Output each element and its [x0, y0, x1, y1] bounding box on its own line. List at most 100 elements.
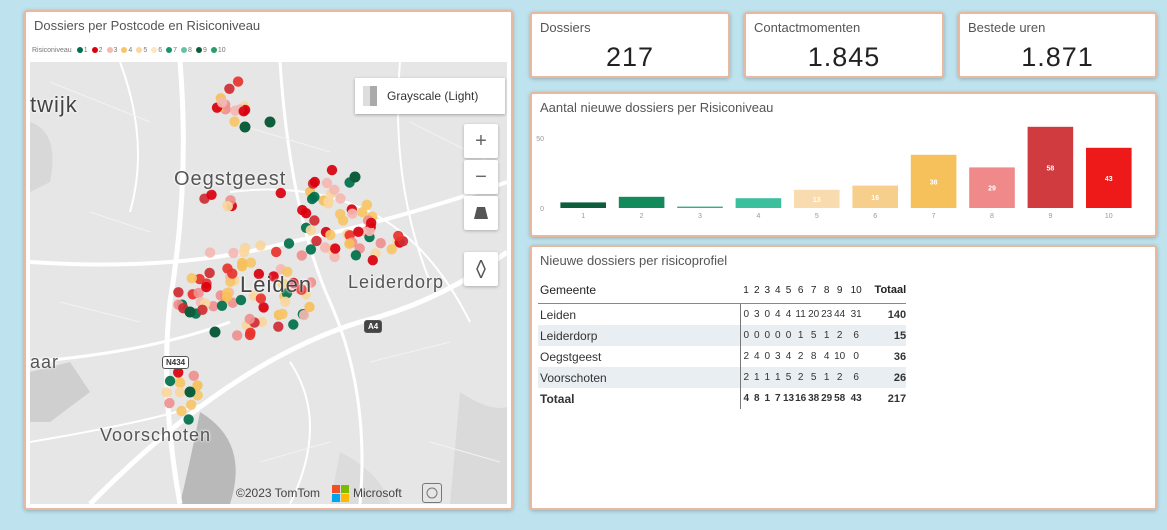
map-point[interactable]: [298, 309, 310, 321]
column-header[interactable]: 5: [783, 277, 795, 304]
map-point[interactable]: [239, 121, 251, 133]
map-point[interactable]: [216, 97, 228, 108]
zoom-out-button[interactable]: −: [464, 160, 498, 194]
map-point[interactable]: [176, 405, 187, 417]
map-point[interactable]: [347, 208, 358, 219]
map-point[interactable]: [186, 399, 197, 410]
map-point[interactable]: [232, 76, 244, 87]
map-point[interactable]: [244, 329, 256, 341]
map-point[interactable]: [209, 326, 221, 338]
map-point[interactable]: [337, 215, 349, 226]
tilt-button[interactable]: [464, 196, 498, 230]
map-point[interactable]: [222, 201, 233, 212]
map-point[interactable]: [183, 414, 194, 425]
map-point[interactable]: [271, 246, 282, 258]
column-header[interactable]: 9: [833, 277, 847, 304]
map-point[interactable]: [232, 330, 243, 341]
map-point[interactable]: [305, 244, 317, 255]
table-row[interactable]: Leiden 0 3 0 4 4 11 20 23 44 31 140: [538, 303, 906, 325]
map-point[interactable]: [361, 199, 373, 210]
map-point[interactable]: [197, 304, 208, 315]
column-header[interactable]: 2: [751, 277, 762, 304]
map-point[interactable]: [255, 240, 266, 251]
column-header[interactable]: 6: [794, 277, 808, 304]
bar[interactable]: [560, 202, 606, 208]
bar[interactable]: [677, 206, 723, 208]
map-point[interactable]: [280, 296, 291, 307]
column-header[interactable]: 3: [762, 277, 773, 304]
bar-chart[interactable]: 0 50 1 2 3 4 13 5 16 6 38 7 29 8 58 9 43 10: [532, 116, 1155, 234]
map-point[interactable]: [228, 247, 239, 259]
map-canvas[interactable]: twijk Oegstgeest Leiden Leiderdorp Voors…: [30, 62, 507, 504]
map-point[interactable]: [335, 193, 346, 204]
map-point[interactable]: [258, 302, 269, 313]
map-point[interactable]: [366, 217, 377, 229]
map-point[interactable]: [174, 387, 186, 398]
map-point[interactable]: [326, 164, 338, 176]
table-row[interactable]: Oegstgeest 2 4 0 3 4 2 8 4 10 0 36: [538, 346, 906, 367]
map-point[interactable]: [330, 243, 341, 254]
table-row[interactable]: Voorschoten 2 1 1 1 5 2 5 1 2 6 26: [538, 367, 907, 388]
map-point[interactable]: [393, 230, 404, 242]
map-point[interactable]: [350, 250, 362, 261]
map-point[interactable]: [173, 287, 184, 298]
map-point[interactable]: [296, 250, 307, 261]
map-style-switch[interactable]: Grayscale (Light): [355, 78, 505, 114]
compass-button[interactable]: [464, 252, 498, 286]
map-point[interactable]: [188, 370, 199, 381]
map-point[interactable]: [224, 83, 235, 94]
map-point[interactable]: [309, 191, 320, 203]
column-header[interactable]: 8: [820, 277, 834, 304]
map-point[interactable]: [206, 189, 217, 200]
matrix-visual[interactable]: Nieuwe dossiers per risicoprofiel Gemeen…: [530, 245, 1157, 510]
kpi-card-bestede-uren[interactable]: Bestede uren 1.871: [958, 12, 1157, 78]
map-point[interactable]: [204, 267, 215, 279]
map-point[interactable]: [175, 377, 186, 389]
total-row[interactable]: Totaal 4 8 1 7 13 16 38 29 58 43 217: [538, 388, 906, 409]
map-point[interactable]: [186, 273, 197, 284]
map-point[interactable]: [229, 116, 240, 127]
bar-chart-visual[interactable]: Aantal nieuwe dossiers per Risiconiveau …: [530, 92, 1157, 237]
map-point[interactable]: [184, 386, 196, 398]
map-visual[interactable]: Dossiers per Postcode en Risiconiveau Ri…: [24, 10, 513, 510]
map-point[interactable]: [184, 306, 196, 318]
bar[interactable]: [618, 196, 665, 208]
map-point[interactable]: [216, 300, 228, 311]
map-point[interactable]: [353, 226, 364, 237]
column-header[interactable]: Totaal: [866, 277, 907, 304]
map-point[interactable]: [309, 176, 320, 188]
info-icon[interactable]: [421, 483, 442, 503]
map-point[interactable]: [164, 397, 175, 409]
map-point[interactable]: [161, 387, 172, 398]
map-point[interactable]: [283, 238, 295, 249]
map-point[interactable]: [375, 238, 386, 249]
map-point[interactable]: [311, 235, 322, 247]
map-point[interactable]: [221, 291, 233, 303]
map-point[interactable]: [344, 238, 355, 249]
map-point[interactable]: [273, 321, 284, 332]
map-point[interactable]: [325, 229, 336, 241]
map-point[interactable]: [349, 171, 361, 183]
column-header-gemeente[interactable]: Gemeente: [538, 277, 741, 304]
map-point[interactable]: [201, 281, 212, 293]
map-point[interactable]: [204, 247, 216, 258]
map-point[interactable]: [277, 308, 288, 320]
map-point[interactable]: [288, 319, 299, 330]
map-point[interactable]: [386, 244, 397, 255]
map-point[interactable]: [240, 242, 251, 253]
map-point[interactable]: [367, 255, 378, 266]
map-point[interactable]: [319, 242, 331, 253]
column-header[interactable]: 10: [846, 277, 867, 304]
map-point[interactable]: [297, 204, 308, 216]
kpi-card-dossiers[interactable]: Dossiers 217: [530, 12, 730, 78]
bar[interactable]: [735, 198, 782, 208]
zoom-in-button[interactable]: +: [464, 124, 498, 158]
column-header[interactable]: 1: [740, 277, 752, 304]
map-point[interactable]: [227, 268, 238, 279]
map-point[interactable]: [164, 375, 176, 387]
map-point[interactable]: [309, 215, 320, 226]
map-point[interactable]: [237, 257, 248, 269]
map-point[interactable]: [244, 313, 255, 325]
map-point[interactable]: [264, 116, 276, 128]
map-point[interactable]: [238, 106, 249, 117]
